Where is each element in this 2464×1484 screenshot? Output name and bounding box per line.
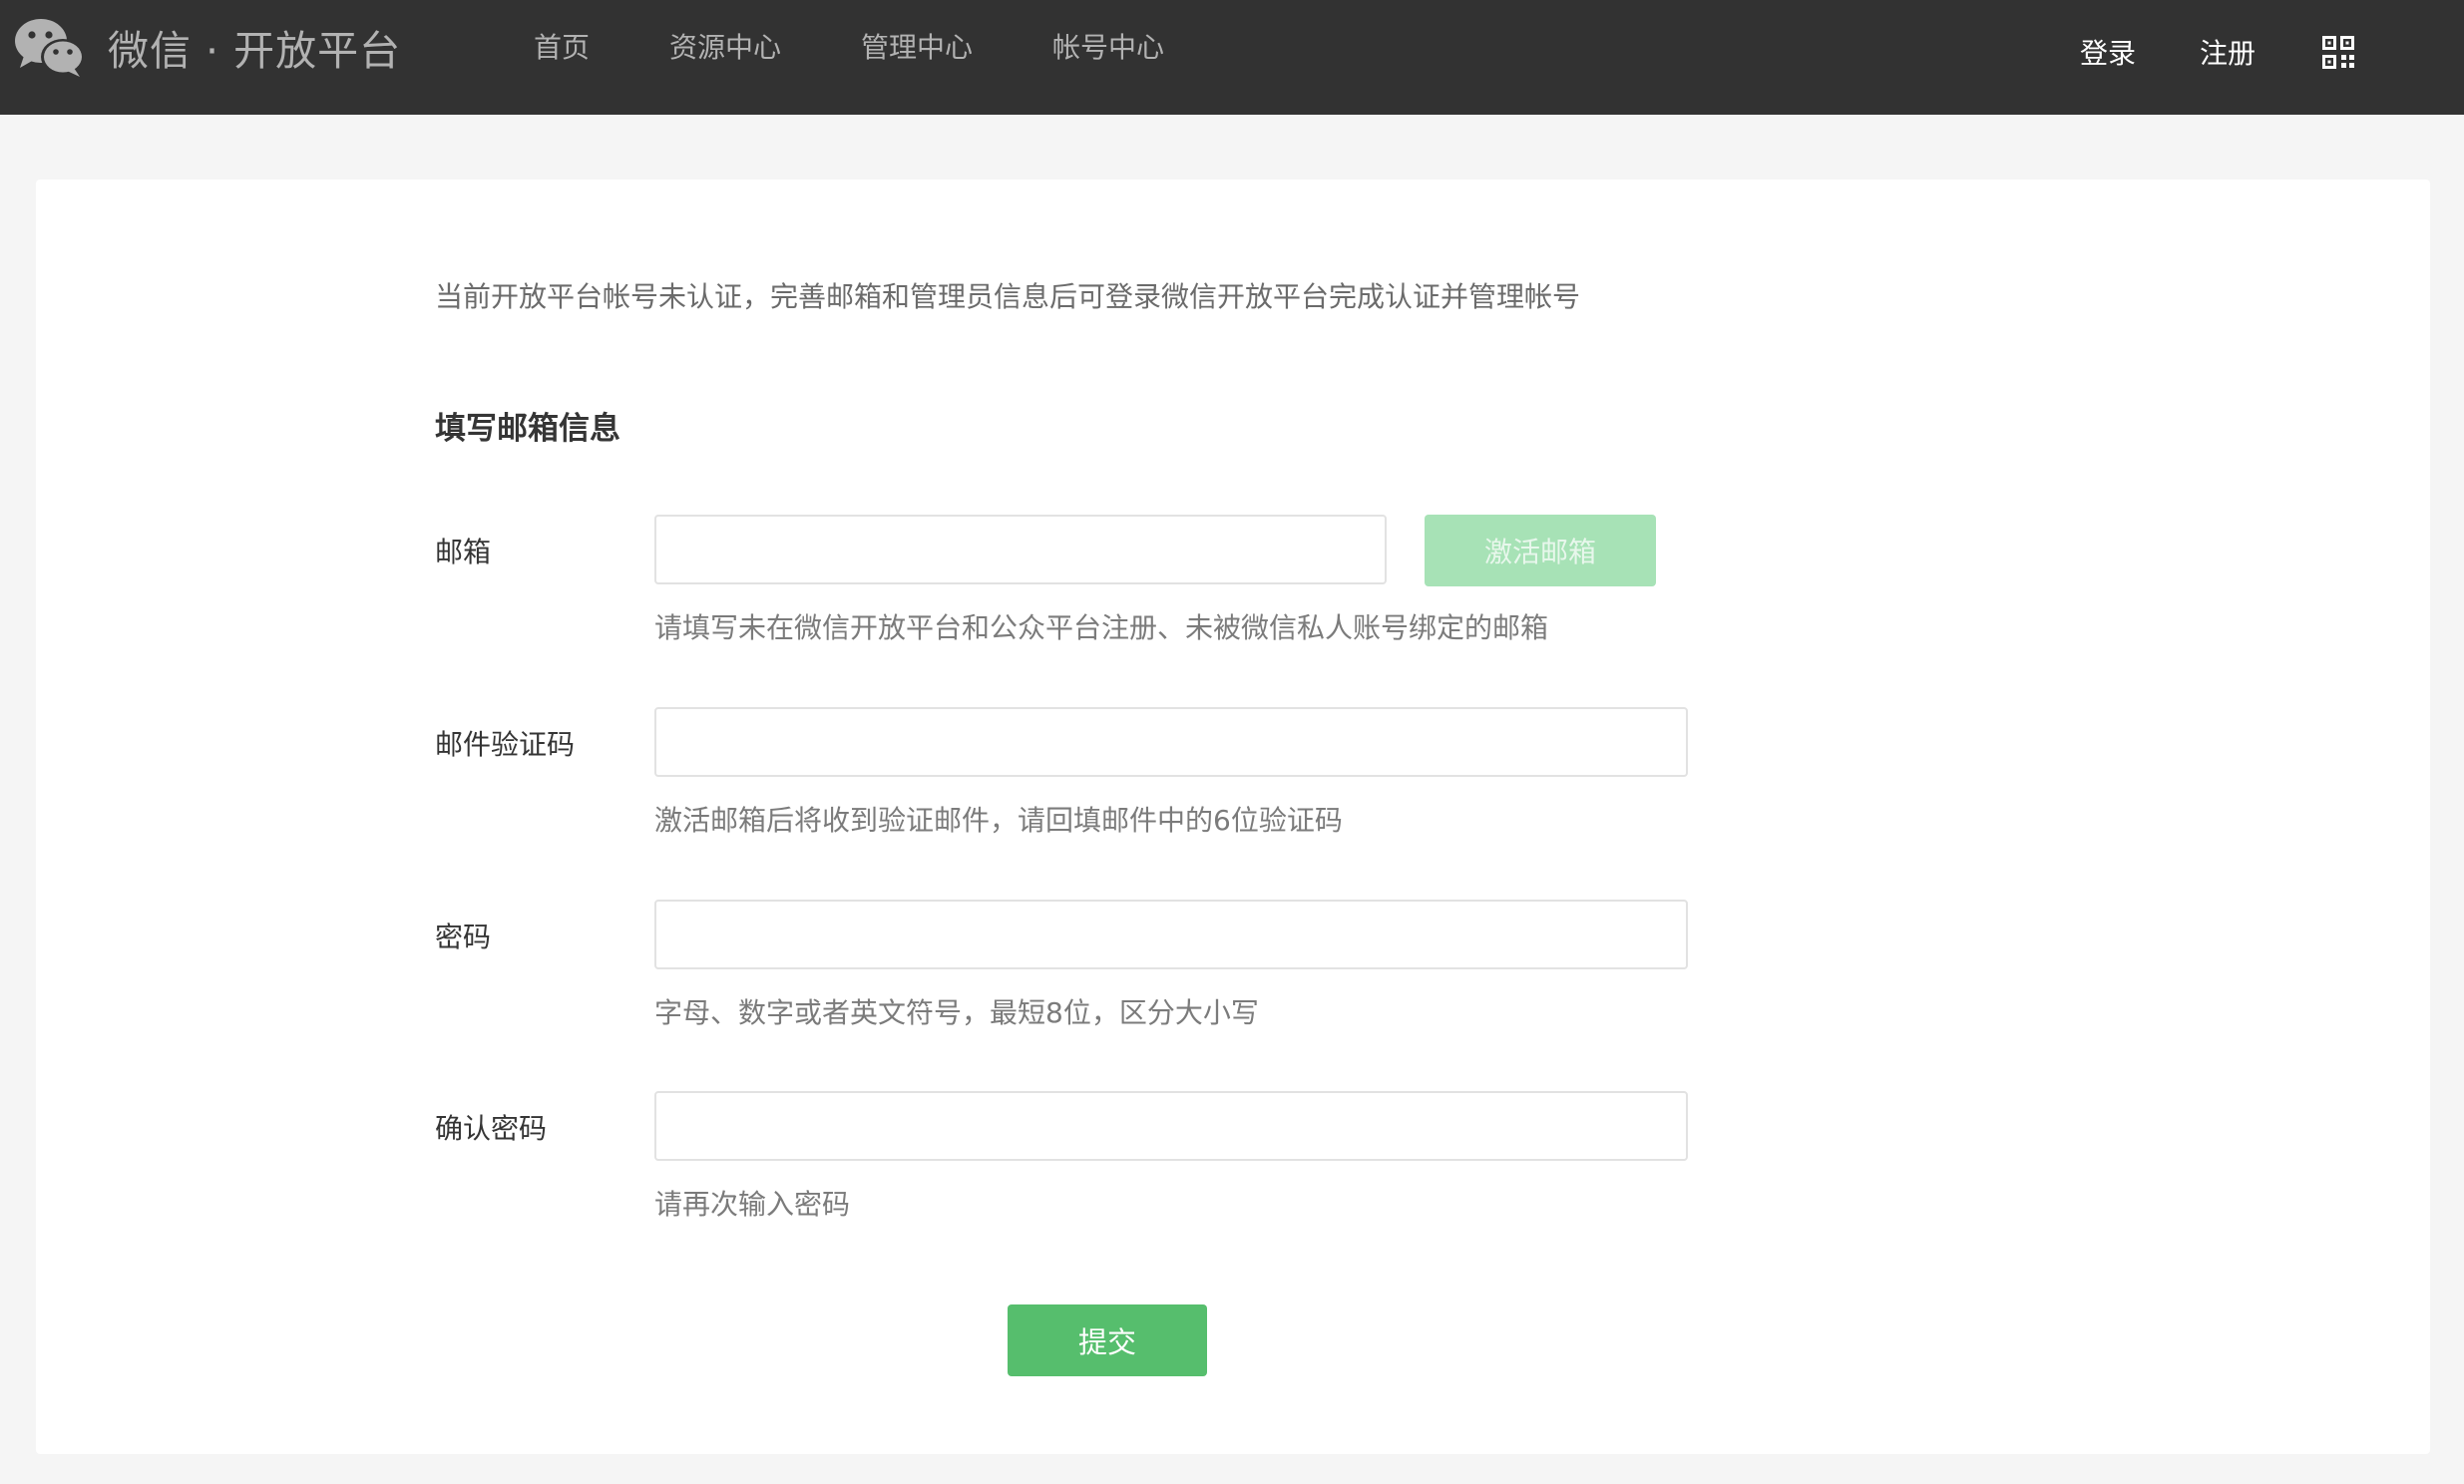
nav-item-management[interactable]: 管理中心 — [861, 26, 973, 66]
confirm-password-input[interactable] — [654, 1091, 1688, 1161]
brand[interactable]: 微信 · 开放平台 — [14, 12, 401, 82]
activate-email-button[interactable]: 激活邮箱 — [1425, 515, 1656, 586]
nav-item-home[interactable]: 首页 — [534, 26, 590, 66]
email-code-hint: 激活邮箱后将收到验证邮件，请回填邮件中的6位验证码 — [654, 804, 1343, 837]
form-card: 当前开放平台帐号未认证，完善邮箱和管理员信息后可登录微信开放平台完成认证并管理帐… — [36, 180, 2430, 1454]
qrcode-icon[interactable] — [2322, 36, 2354, 74]
login-link[interactable]: 登录 — [2080, 32, 2136, 72]
email-label: 邮箱 — [435, 536, 492, 568]
register-link[interactable]: 注册 — [2200, 32, 2256, 72]
notice-text: 当前开放平台帐号未认证，完善邮箱和管理员信息后可登录微信开放平台完成认证并管理帐… — [435, 280, 1581, 313]
nav-item-resources[interactable]: 资源中心 — [669, 26, 781, 66]
confirm-password-label: 确认密码 — [435, 1112, 548, 1145]
email-code-input[interactable] — [654, 707, 1688, 777]
password-hint: 字母、数字或者英文符号，最短8位，区分大小写 — [654, 996, 1259, 1029]
email-input[interactable] — [654, 515, 1387, 584]
brand-title: 微信 · 开放平台 — [108, 27, 402, 75]
wechat-logo-icon — [14, 16, 86, 78]
password-label: 密码 — [435, 921, 492, 953]
top-navbar: 微信 · 开放平台 首页 资源中心 管理中心 帐号中心 登录 注册 — [0, 0, 2464, 115]
nav-item-account[interactable]: 帐号中心 — [1052, 26, 1164, 66]
email-code-label: 邮件验证码 — [435, 728, 576, 761]
email-hint: 请填写未在微信开放平台和公众平台注册、未被微信私人账号绑定的邮箱 — [654, 611, 1549, 644]
password-input[interactable] — [654, 900, 1688, 969]
submit-button[interactable]: 提交 — [1008, 1304, 1207, 1376]
confirm-password-hint: 请再次输入密码 — [654, 1188, 851, 1221]
section-title: 填写邮箱信息 — [435, 411, 620, 447]
